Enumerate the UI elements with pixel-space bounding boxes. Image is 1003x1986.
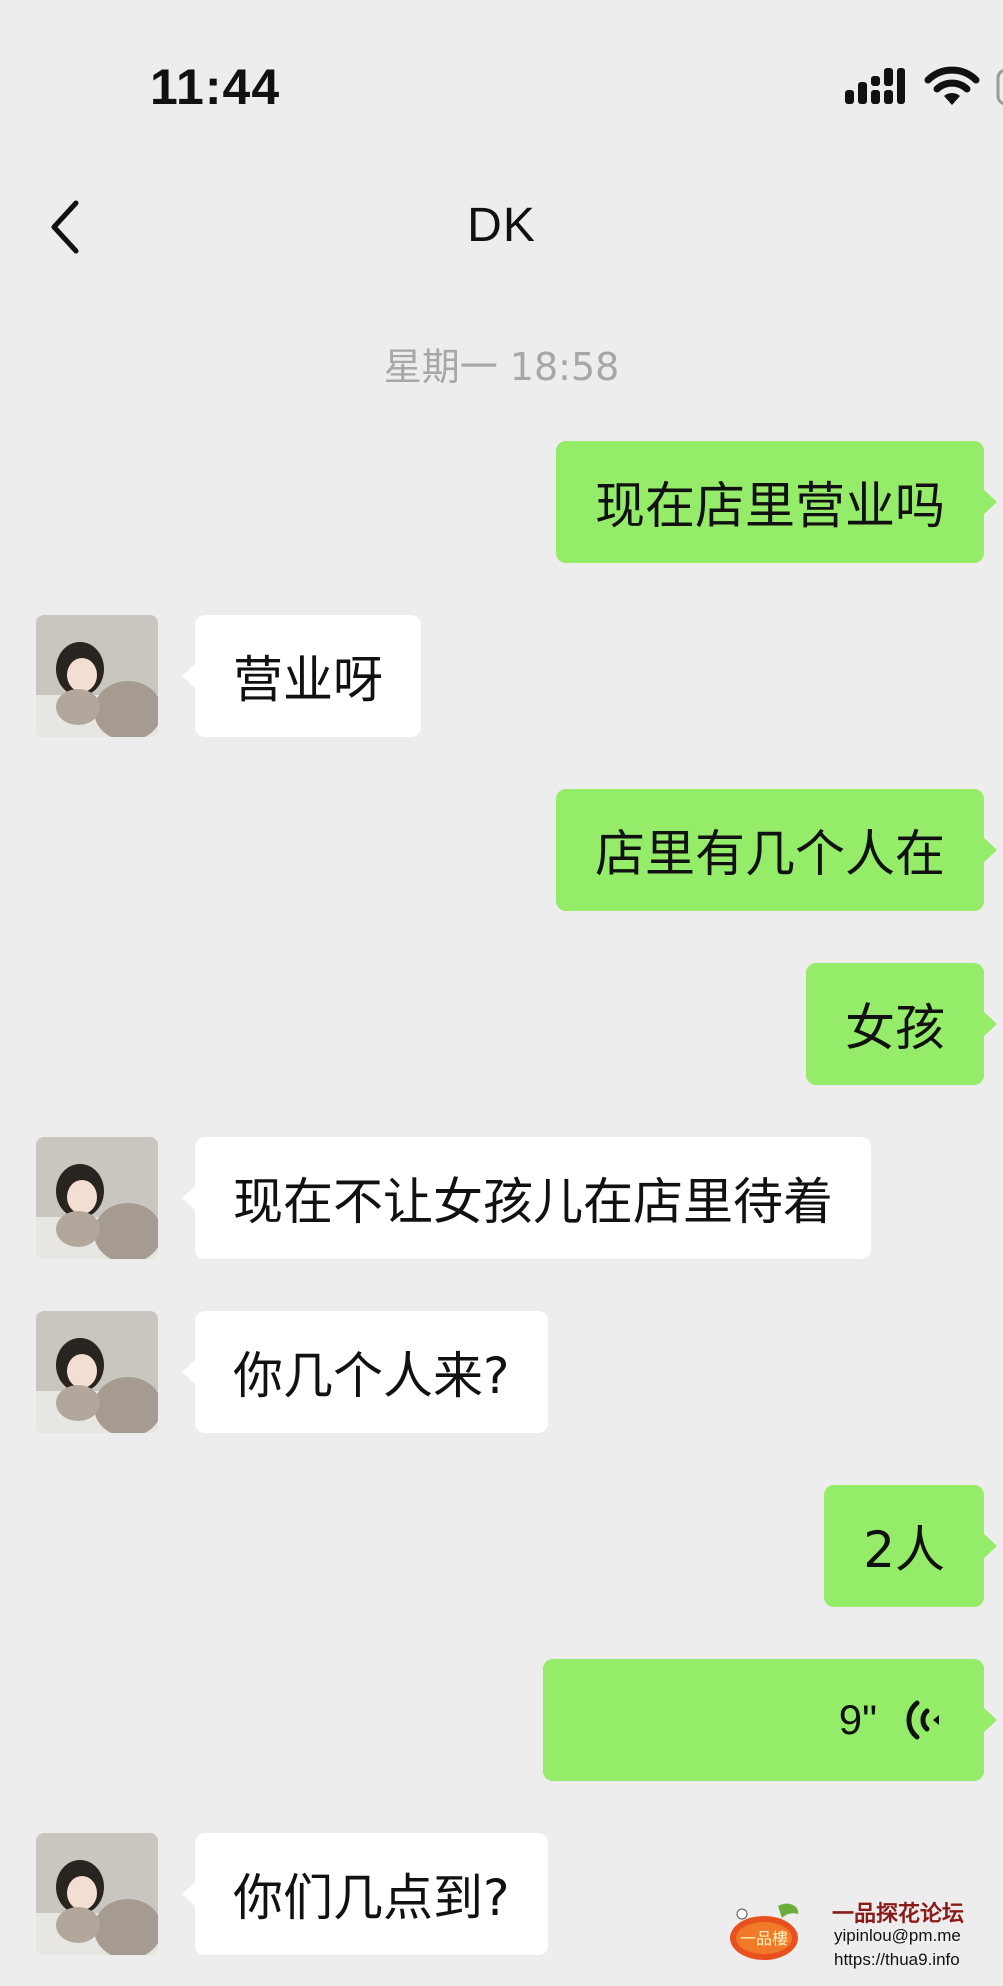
voice-duration: 9" [838, 1696, 877, 1743]
chat-title: DK [467, 199, 536, 252]
message-text: 店里有几个人在 [595, 825, 945, 883]
watermark-url: https://thua9.info [834, 1950, 960, 1969]
incoming-message-bubble[interactable]: 你几个人来? [182, 1311, 548, 1433]
contact-avatar[interactable] [36, 615, 158, 737]
watermark-logo: 一品樓 [730, 1903, 799, 1960]
voice-message-bubble[interactable]: 9" [543, 1659, 997, 1781]
avatar-image [36, 1137, 158, 1259]
outgoing-message-bubble[interactable]: 2人 [824, 1485, 997, 1607]
status-bar: 11:44 [0, 0, 1003, 150]
watermark: 一品樓 一品探花论坛 yipinlou@pm.me https://thua9.… [728, 1896, 990, 1976]
message-row: 2人 [0, 1485, 1003, 1607]
outgoing-message-bubble[interactable]: 现在店里营业吗 [556, 441, 997, 563]
contact-avatar[interactable] [36, 1833, 158, 1955]
avatar-image [36, 615, 158, 737]
message-text: 女孩 [845, 999, 945, 1057]
message-row: 9" [0, 1659, 1003, 1781]
message-text: 现在不让女孩儿在店里待着 [233, 1173, 833, 1231]
message-row: 女孩 [0, 963, 1003, 1085]
contact-avatar[interactable] [36, 1137, 158, 1259]
message-text: 你几个人来? [233, 1347, 510, 1405]
incoming-message-bubble[interactable]: 现在不让女孩儿在店里待着 [182, 1137, 871, 1259]
message-row: 店里有几个人在 [0, 789, 1003, 911]
battery-icon [996, 68, 1003, 106]
wifi-icon [924, 66, 980, 105]
outgoing-message-bubble[interactable]: 店里有几个人在 [556, 789, 997, 911]
svg-text:一品樓: 一品樓 [740, 1929, 788, 1948]
message-text: 你们几点到? [233, 1869, 510, 1927]
message-row: 营业呀 [0, 615, 1003, 737]
chat-screen: 11:44 DK 星期一 18:58 现在店里营业吗 营业呀 店里有几个人在 女… [0, 0, 1003, 1986]
contact-avatar[interactable] [36, 1311, 158, 1433]
voice-wave-icon [906, 1700, 939, 1740]
outgoing-message-bubble[interactable]: 女孩 [806, 963, 997, 1085]
message-row: 你几个人来? [0, 1311, 1003, 1433]
message-row: 现在店里营业吗 [0, 441, 1003, 563]
signal-icon [845, 68, 905, 104]
message-text: 2人 [863, 1521, 945, 1579]
avatar-image [36, 1311, 158, 1433]
message-text: 现在店里营业吗 [595, 477, 945, 535]
watermark-email: yipinlou@pm.me [834, 1926, 961, 1945]
message-row: 现在不让女孩儿在店里待着 [0, 1137, 1003, 1259]
nav-bar: DK [0, 150, 1003, 300]
watermark-title: 一品探花论坛 [832, 1902, 965, 1927]
message-text: 营业呀 [233, 651, 383, 709]
incoming-message-bubble[interactable]: 营业呀 [182, 615, 421, 737]
message-timestamp: 星期一 18:58 [383, 345, 620, 389]
status-time: 11:44 [150, 59, 281, 115]
incoming-message-bubble[interactable]: 你们几点到? [182, 1833, 548, 1955]
avatar-image [36, 1833, 158, 1955]
